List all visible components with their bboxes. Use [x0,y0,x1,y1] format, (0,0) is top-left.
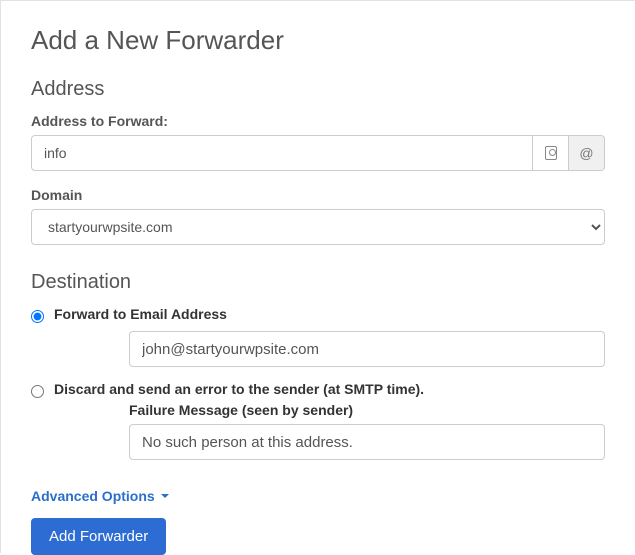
at-symbol-addon: @ [569,135,605,171]
forward-email-input[interactable] [129,331,605,367]
address-to-forward-label: Address to Forward: [31,113,605,129]
contact-card-icon [545,146,557,160]
advanced-options-toggle[interactable]: Advanced Options [31,488,169,504]
contact-picker-button[interactable] [533,135,569,171]
forward-radio[interactable] [31,310,44,323]
chevron-down-icon [161,494,169,498]
failure-message-label: Failure Message (seen by sender) [129,402,605,418]
advanced-options-label: Advanced Options [31,488,155,504]
page-title: Add a New Forwarder [31,25,605,56]
discard-radio-label: Discard and send an error to the sender … [54,381,424,397]
destination-heading: Destination [31,271,605,294]
discard-radio[interactable] [31,385,44,398]
add-forwarder-button[interactable]: Add Forwarder [31,518,166,555]
address-heading: Address [31,78,605,101]
failure-message-input[interactable] [129,424,605,460]
domain-select[interactable]: startyourwpsite.com [31,209,605,245]
domain-label: Domain [31,187,605,203]
address-input[interactable] [31,135,533,171]
forward-radio-label: Forward to Email Address [54,306,227,322]
